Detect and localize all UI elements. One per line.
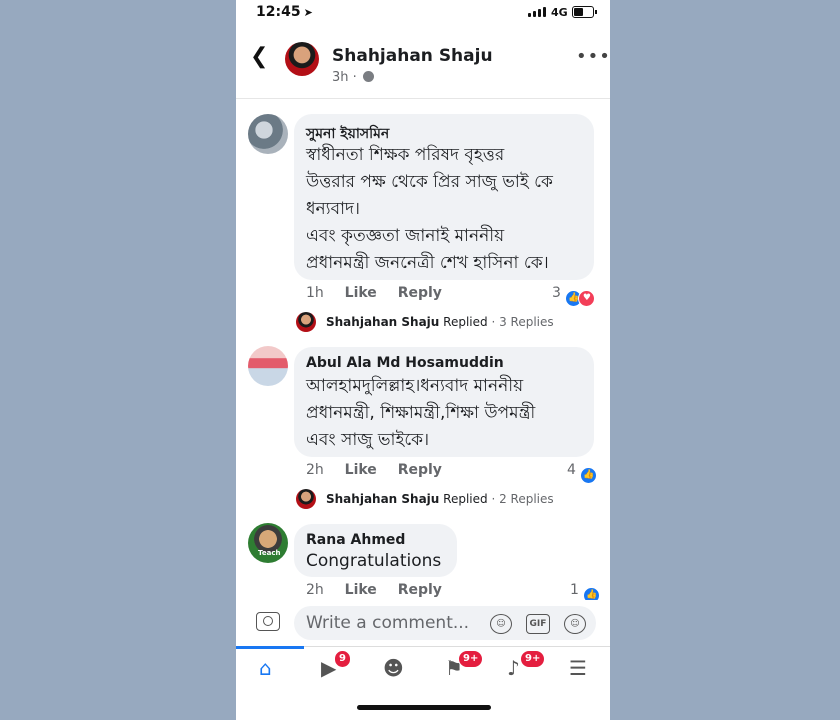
view-replies[interactable]: Shahjahan Shaju Replied · 3 Replies	[326, 315, 554, 329]
avatar	[296, 312, 316, 332]
like-button[interactable]: Like	[345, 582, 377, 598]
comment-text: Congratulations	[306, 551, 442, 571]
tab-home[interactable]: ⌂	[236, 646, 304, 683]
post-header: ❮ Shahjahan Shaju 3h · •••	[236, 32, 610, 99]
battery-icon	[572, 6, 597, 18]
avatar[interactable]: Teach	[248, 523, 288, 563]
like-button[interactable]: Like	[345, 462, 377, 478]
status-time: 12:45 ➤	[256, 4, 313, 20]
more-options-icon[interactable]: •••	[576, 46, 610, 67]
bottom-tab-bar: ⌂ ▶ 9 ☻ ⚑ 9+ ♪ 9+ ☰	[236, 646, 610, 689]
comment-time: 2h	[306, 462, 324, 478]
comment-text: স্বাধীনতা শিক্ষক পরিষদ বৃহত্তর উত্তরার প…	[306, 145, 553, 273]
comment-text: আলহামদুলিল্লাহ।ধন্যবাদ মাননীয় প্রধানমন্…	[306, 376, 536, 450]
comment-placeholder: Write a comment...	[306, 613, 470, 633]
menu-icon: ☰	[569, 656, 587, 680]
sticker-icon[interactable]: ☺	[490, 614, 512, 634]
like-reaction-icon: 👍	[580, 467, 598, 484]
comment-bubble: Rana Ahmed Congratulations	[294, 524, 457, 577]
avatar[interactable]	[248, 346, 288, 386]
home-icon: ⌂	[259, 656, 272, 680]
network-label: 4G	[551, 6, 568, 19]
comment-time: 1h	[306, 285, 324, 301]
reaction-count: 3	[552, 285, 561, 301]
reactions[interactable]: 4 👍	[567, 462, 598, 484]
comment-bubble: সুমনা ইয়াসমিন স্বাধীনতা শিক্ষক পরিষদ বৃ…	[294, 114, 594, 280]
avatar[interactable]	[248, 114, 288, 154]
tab-menu[interactable]: ☰	[560, 653, 600, 683]
reply-button[interactable]: Reply	[398, 285, 442, 301]
comment-actions: 1h Like Reply	[306, 285, 442, 301]
comment-author[interactable]: Rana Ahmed	[306, 532, 405, 548]
emoji-icon[interactable]: ☺	[564, 614, 586, 634]
tab-watch[interactable]: ▶ 9	[312, 650, 352, 683]
comment-actions: 2h Like Reply	[306, 462, 442, 478]
comment-author[interactable]: Abul Ala Md Hosamuddin	[306, 355, 504, 371]
post-meta: 3h ·	[332, 70, 374, 85]
home-indicator	[357, 705, 491, 710]
phone-screen: 12:45 ➤ 4G ❮ Shahjahan Shaju 3h · ••• সুম…	[236, 0, 610, 720]
globe-icon	[362, 71, 374, 82]
tab-groups[interactable]: ☻	[374, 653, 414, 683]
status-bar: 12:45 ➤ 4G	[236, 0, 610, 28]
post-author-name[interactable]: Shahjahan Shaju	[332, 46, 493, 66]
avatar[interactable]	[285, 42, 319, 76]
notification-badge: 9+	[458, 650, 484, 668]
groups-icon: ☻	[383, 656, 404, 680]
reply-button[interactable]: Reply	[398, 462, 442, 478]
comment-actions: 2h Like Reply	[306, 582, 442, 598]
tab-pages[interactable]: ⚑ 9+	[436, 650, 484, 683]
signal-icon	[528, 7, 546, 17]
love-reaction-icon: ♥	[578, 290, 596, 307]
like-button[interactable]: Like	[345, 285, 377, 301]
reaction-count: 1	[570, 582, 579, 598]
comment-composer: Write a comment... ☺ GIF ☺	[236, 600, 610, 646]
notification-badge: 9+	[520, 650, 546, 668]
comment-bubble: Abul Ala Md Hosamuddin আলহামদুলিল্লাহ।ধন…	[294, 347, 594, 457]
reaction-count: 4	[567, 462, 576, 478]
view-replies[interactable]: Shahjahan Shaju Replied · 2 Replies	[326, 492, 554, 506]
comment-time: 2h	[306, 582, 324, 598]
notification-badge: 9	[334, 650, 351, 668]
gif-icon[interactable]: GIF	[526, 614, 550, 634]
back-chevron-icon[interactable]: ❮	[250, 44, 268, 69]
avatar	[296, 489, 316, 509]
camera-icon[interactable]	[256, 612, 280, 631]
location-arrow-icon: ➤	[303, 6, 313, 19]
bell-icon: ♪	[507, 656, 520, 680]
comment-input[interactable]: Write a comment... ☺ GIF ☺	[294, 606, 596, 640]
reactions[interactable]: 3 👍 ♥	[552, 285, 596, 307]
reply-button[interactable]: Reply	[398, 582, 442, 598]
tab-notifications[interactable]: ♪ 9+	[498, 650, 546, 683]
